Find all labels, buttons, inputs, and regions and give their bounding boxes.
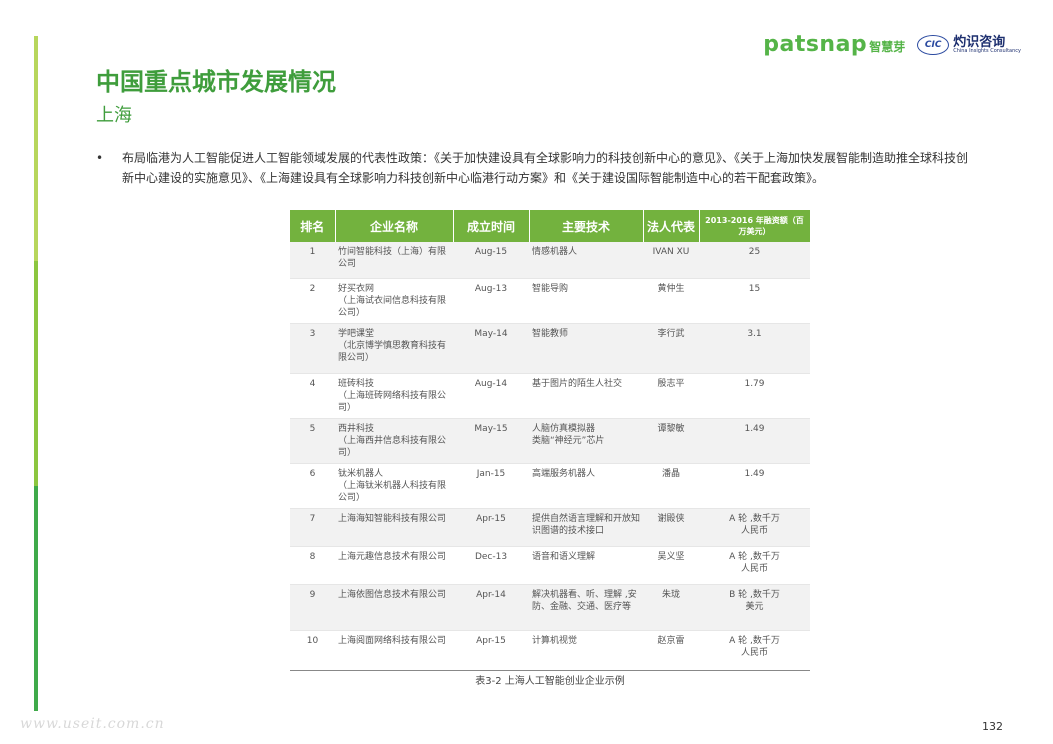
cell-date: May-14 — [453, 323, 529, 374]
cic-logo: CIC 灼识咨询 China Insights Consultancy — [917, 34, 1021, 55]
policy-text: 布局临港为人工智能促进人工智能领域发展的代表性政策：《关于加快建设具有全球影响力… — [122, 151, 969, 185]
cell-tech: 高端服务机器人 — [529, 463, 643, 509]
cell-rank: 3 — [290, 323, 335, 374]
cell-rep: IVAN XU — [643, 242, 699, 279]
cell-amount: 1.79 — [699, 373, 810, 419]
col-header-rank: 排名 — [290, 210, 336, 242]
patsnap-cn-wordmark: 智慧芽 — [869, 40, 906, 54]
cell-date: Aug-14 — [453, 373, 529, 419]
cell-amount: 15 — [699, 278, 810, 324]
cell-date: Apr-15 — [453, 508, 529, 547]
cell-rank: 9 — [290, 584, 335, 631]
table-row: 4 班砖科技 （上海班砖网络科技有限公司） Aug-14 基于图片的陌生人社交 殷志平 1… — [290, 373, 810, 419]
cell-tech: 提供自然语言理解和开放知识图谱的技术接口 — [529, 508, 643, 547]
cell-rep: 潘晶 — [643, 463, 699, 509]
cell-tech: 解决机器看、听、理解 ,安防、金融、交通、医疗等 — [529, 584, 643, 631]
page-number: 132 — [982, 720, 1003, 733]
cell-rank: 6 — [290, 463, 335, 509]
col-header-amount: 2013-2016 年融资额（百万美元） — [699, 210, 811, 242]
cell-date: Apr-14 — [453, 584, 529, 631]
col-header-date: 成立时间 — [453, 210, 530, 242]
table-row: 8 上海元趣信息技术有限公司 Dec-13 语音和语义理解 吴义坚 A 轮 ,数千万 人民… — [290, 546, 810, 585]
cell-amount: A 轮 ,数千万 人民币 — [699, 508, 810, 547]
patsnap-wordmark: patsnap — [763, 32, 868, 57]
cell-amount: 1.49 — [699, 463, 810, 509]
col-header-name: 企业名称 — [335, 210, 454, 242]
cell-amount: B 轮 ,数千万 美元 — [699, 584, 810, 631]
table-row: 10 上海阅面网络科技有限公司 Apr-15 计算机视觉 赵京雷 A 轮 ,数千万 人民币 — [290, 630, 810, 671]
table-row: 6 钛米机器人 （上海钛米机器人科技有限公司） Jan-15 高端服务机器人 潘晶 1.4… — [290, 463, 810, 509]
col-header-rep: 法人代表 — [643, 210, 700, 242]
cell-amount: A 轮 ,数千万 人民币 — [699, 546, 810, 585]
watermark: www.useit.com.cn — [20, 716, 165, 732]
cell-date: Aug-13 — [453, 278, 529, 324]
cell-tech: 智能教师 — [529, 323, 643, 374]
cell-rep: 黄仲生 — [643, 278, 699, 324]
cell-date: Aug-15 — [453, 242, 529, 279]
cell-rep: 李行武 — [643, 323, 699, 374]
cell-name: 上海阅面网络科技有限公司 — [335, 630, 453, 671]
cell-name: 学吧课堂 （北京博学慎思教育科技有限公司） — [335, 323, 453, 374]
cell-rank: 5 — [290, 418, 335, 464]
header-logos: patsnap 智慧芽 CIC 灼识咨询 China Insights Consu… — [763, 32, 1021, 57]
cell-date: May-15 — [453, 418, 529, 464]
startup-table: 排名 企业名称 成立时间 主要技术 法人代表 2013-2016 年融资额（百万… — [290, 210, 811, 671]
cell-amount: A 轮 ,数千万 人民币 — [699, 630, 810, 671]
cell-rep: 朱珑 — [643, 584, 699, 631]
cell-tech: 计算机视觉 — [529, 630, 643, 671]
table-row: 5 西井科技 （上海西井信息科技有限公司） May-15 人脑仿真模拟器 类脑“神经元… — [290, 418, 810, 464]
cell-rank: 4 — [290, 373, 335, 419]
cell-date: Jan-15 — [453, 463, 529, 509]
cell-name: 西井科技 （上海西井信息科技有限公司） — [335, 418, 453, 464]
patsnap-logo: patsnap 智慧芽 — [763, 32, 905, 57]
table-caption: 表3-2 上海人工智能创业企业示例 — [475, 676, 625, 687]
cic-en-name: China Insights Consultancy — [953, 47, 1021, 54]
cell-tech: 基于图片的陌生人社交 — [529, 373, 643, 419]
cell-rank: 2 — [290, 278, 335, 324]
cell-rep: 谭黎敏 — [643, 418, 699, 464]
cell-name: 好买衣网 （上海试衣间信息科技有限公司） — [335, 278, 453, 324]
table-row: 2 好买衣网 （上海试衣间信息科技有限公司） Aug-13 智能导购 黄仲生 15 — [290, 278, 810, 324]
cell-name: 上海依图信息技术有限公司 — [335, 584, 453, 631]
cell-rank: 7 — [290, 508, 335, 547]
cell-tech: 情感机器人 — [529, 242, 643, 279]
cell-rep: 谢殿侠 — [643, 508, 699, 547]
cell-rep: 吴义坚 — [643, 546, 699, 585]
page-title: 中国重点城市发展情况 — [96, 68, 336, 96]
cell-amount: 3.1 — [699, 323, 810, 374]
policy-paragraph: • 布局临港为人工智能促进人工智能领域发展的代表性政策：《关于加快建设具有全球影… — [96, 148, 976, 188]
cell-name: 上海元趣信息技术有限公司 — [335, 546, 453, 585]
cell-rep: 赵京雷 — [643, 630, 699, 671]
cell-rank: 10 — [290, 630, 335, 671]
page-subtitle: 上海 — [96, 105, 132, 126]
cell-date: Apr-15 — [453, 630, 529, 671]
cell-date: Dec-13 — [453, 546, 529, 585]
cell-rank: 1 — [290, 242, 335, 279]
cell-name: 钛米机器人 （上海钛米机器人科技有限公司） — [335, 463, 453, 509]
cell-rank: 8 — [290, 546, 335, 585]
table-row: 7 上海海知智能科技有限公司 Apr-15 提供自然语言理解和开放知识图谱的技术接口谢… — [290, 508, 810, 547]
table-row: 1 竹间智能科技（上海）有限公司 Aug-15 情感机器人 IVAN XU 25 — [290, 242, 810, 279]
cell-tech: 智能导购 — [529, 278, 643, 324]
cell-amount: 25 — [699, 242, 810, 279]
table-row: 3 学吧课堂 （北京博学慎思教育科技有限公司） May-14 智能教师 李行武 3.1 — [290, 323, 810, 374]
table-row: 9 上海依图信息技术有限公司 Apr-14 解决机器看、听、理解 ,安防、金融、交通、… — [290, 584, 810, 631]
cell-name: 班砖科技 （上海班砖网络科技有限公司） — [335, 373, 453, 419]
left-accent-bar — [34, 36, 38, 711]
table-header-row: 排名 企业名称 成立时间 主要技术 法人代表 2013-2016 年融资额（百万… — [290, 210, 811, 242]
cell-name: 上海海知智能科技有限公司 — [335, 508, 453, 547]
cell-tech: 语音和语义理解 — [529, 546, 643, 585]
cic-cn-name: 灼识咨询 — [953, 34, 1006, 50]
cell-amount: 1.49 — [699, 418, 810, 464]
col-header-tech: 主要技术 — [529, 210, 644, 242]
bullet-icon: • — [96, 151, 104, 165]
cic-badge-icon: CIC — [917, 34, 950, 55]
cell-name: 竹间智能科技（上海）有限公司 — [335, 242, 453, 279]
cell-rep: 殷志平 — [643, 373, 699, 419]
cell-tech: 人脑仿真模拟器 类脑“神经元”芯片 — [529, 418, 643, 464]
